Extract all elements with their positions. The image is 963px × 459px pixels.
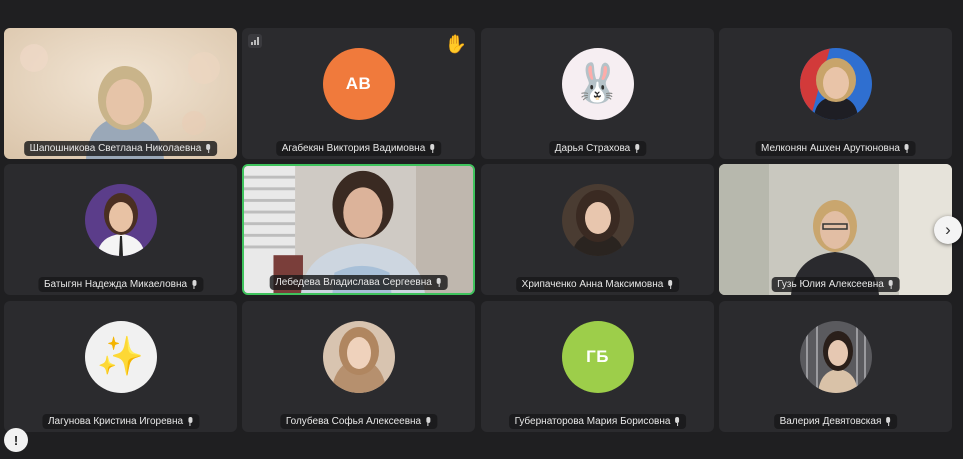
avatar xyxy=(799,321,872,393)
participant-name: Губернаторова Мария Борисовна xyxy=(514,416,671,427)
microphone-icon xyxy=(904,144,910,153)
participant-name: Валерия Девятовская xyxy=(779,416,882,427)
microphone-icon xyxy=(429,144,435,153)
participant-tile[interactable]: Шапошникова Светлана Николаевна xyxy=(4,28,237,159)
avatar: 🐰 xyxy=(561,48,634,120)
avatar-photo xyxy=(561,184,634,256)
exclamation-icon: ! xyxy=(13,432,19,448)
participant-tile[interactable]: ✨ Лагунова Кристина Игоревна xyxy=(4,301,237,432)
participant-name: Дарья Страхова xyxy=(554,143,631,154)
participant-tile[interactable]: Батыгян Надежда Микаеловна xyxy=(4,164,237,295)
microphone-icon xyxy=(187,417,193,426)
participant-name-label: Валерия Девятовская xyxy=(773,414,898,429)
participant-name-label: Лагунова Кристина Игоревна xyxy=(41,414,200,429)
rabbit-icon: 🐰 xyxy=(573,63,622,105)
participant-name: Гузь Юлия Алексеевна xyxy=(777,279,884,290)
participant-tile[interactable]: ГБ Губернаторова Мария Борисовна xyxy=(481,301,714,432)
participant-name: Голубева Софья Алексеевна xyxy=(285,416,422,427)
participant-name-label: Хрипаченко Анна Максимовна xyxy=(515,277,680,292)
avatar-initials: ГБ xyxy=(586,347,609,366)
participant-video xyxy=(4,28,237,159)
avatar-photo xyxy=(84,184,157,256)
avatar-photo xyxy=(799,321,872,393)
microphone-icon xyxy=(191,280,197,289)
participant-grid: Шапошникова Светлана Николаевна ✋ АВ Ага… xyxy=(0,0,963,459)
participant-video xyxy=(244,166,473,293)
participant-name-label: Агабекян Виктория Вадимовна xyxy=(275,141,442,156)
participant-tile[interactable]: Голубева Софья Алексеевна xyxy=(242,301,475,432)
participant-tile[interactable]: Хрипаченко Анна Максимовна xyxy=(481,164,714,295)
participant-name: Агабекян Виктория Вадимовна xyxy=(281,143,426,154)
participant-name-label: Губернаторова Мария Борисовна xyxy=(508,414,687,429)
raised-hand-icon: ✋ xyxy=(444,34,467,54)
avatar-photo xyxy=(799,48,872,120)
avatar-initials: АВ xyxy=(345,74,372,93)
participant-tile-speaking[interactable]: Лебедева Владислава Сергеевна xyxy=(242,164,475,295)
chevron-right-icon: › xyxy=(945,220,951,239)
avatar xyxy=(561,184,634,256)
participant-name: Лебедева Владислава Сергеевна xyxy=(275,277,432,288)
avatar-photo xyxy=(322,321,395,393)
participant-name: Хрипаченко Анна Максимовна xyxy=(521,279,664,290)
signal-strength-icon xyxy=(248,34,262,48)
microphone-icon xyxy=(205,144,211,153)
microphone-icon xyxy=(425,417,431,426)
participant-name-label: Дарья Страхова xyxy=(548,141,647,156)
participant-tile[interactable]: Гузь Юлия Алексеевна xyxy=(719,164,952,295)
sparkles-icon: ✨ xyxy=(96,336,145,378)
avatar: ✨ xyxy=(84,321,157,393)
participant-name-label: Гузь Юлия Алексеевна xyxy=(771,277,900,292)
next-page-button[interactable]: › xyxy=(934,216,962,244)
avatar xyxy=(84,184,157,256)
participant-name-label: Мелконян Ашхен Арутюновна xyxy=(755,141,916,156)
participant-name: Шапошникова Светлана Николаевна xyxy=(29,143,202,154)
microphone-icon xyxy=(888,280,894,289)
avatar: ГБ xyxy=(561,321,634,393)
participant-name: Лагунова Кристина Игоревна xyxy=(47,416,184,427)
microphone-icon xyxy=(634,144,640,153)
participant-name-label: Шапошникова Светлана Николаевна xyxy=(23,141,218,156)
avatar xyxy=(322,321,395,393)
avatar xyxy=(799,48,872,120)
participant-tile[interactable]: 🐰 Дарья Страхова xyxy=(481,28,714,159)
microphone-icon xyxy=(667,280,673,289)
participant-name-label: Батыгян Надежда Микаеловна xyxy=(37,277,204,292)
participant-name: Мелконян Ашхен Арутюновна xyxy=(761,143,900,154)
participant-tile[interactable]: Мелконян Ашхен Арутюновна xyxy=(719,28,952,159)
microphone-icon xyxy=(436,278,442,287)
microphone-icon xyxy=(885,417,891,426)
participant-video xyxy=(719,164,952,295)
participant-name-label: Голубева Софья Алексеевна xyxy=(279,414,438,429)
participant-name-label: Лебедева Владислава Сергеевна xyxy=(269,275,448,290)
participant-tile[interactable]: ✋ АВ Агабекян Виктория Вадимовна xyxy=(242,28,475,159)
microphone-icon xyxy=(674,417,680,426)
participant-tile[interactable]: Валерия Девятовская xyxy=(719,301,952,432)
avatar: АВ xyxy=(322,48,395,120)
participant-name: Батыгян Надежда Микаеловна xyxy=(43,279,188,290)
feedback-button[interactable]: ! xyxy=(4,428,28,452)
